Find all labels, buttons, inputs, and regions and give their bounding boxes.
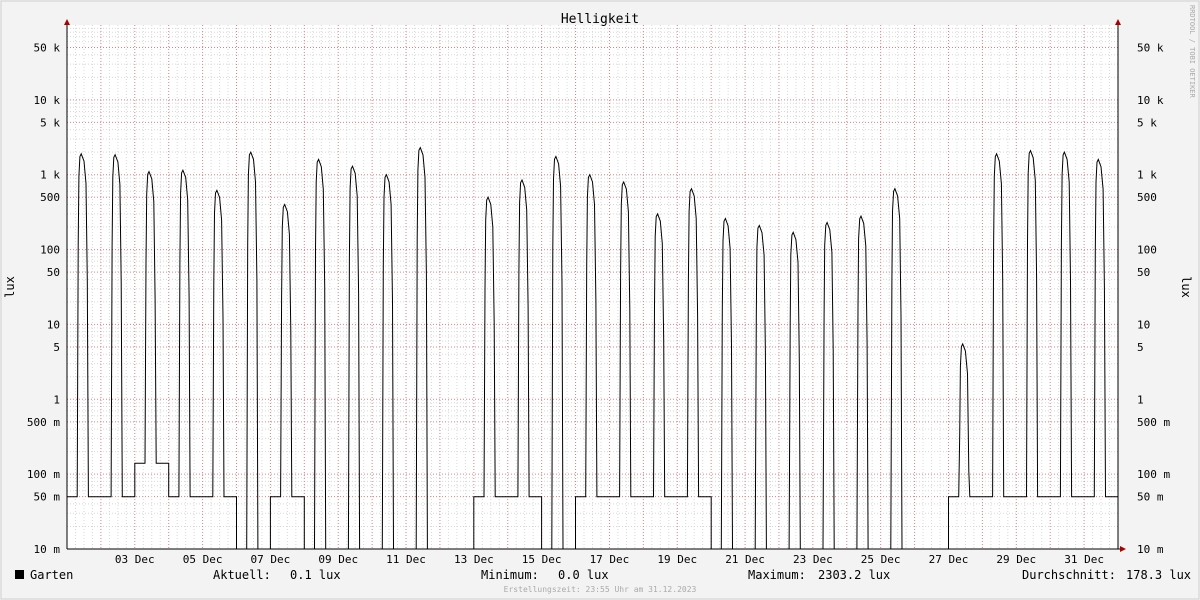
- y-tick-label-right: 10 k: [1137, 94, 1164, 107]
- x-tick-label: 15 Dec: [522, 553, 562, 566]
- y-tick-label-left: 100: [40, 244, 60, 257]
- legend-maximum-value: 2303.2 lux: [818, 568, 890, 582]
- y-tick-label-right: 10: [1137, 318, 1150, 331]
- x-tick-label: 25 Dec: [861, 553, 901, 566]
- legend-swatch: [15, 570, 24, 579]
- y-tick-label-left: 50 k: [34, 42, 61, 55]
- legend-current-value: 0.1 lux: [290, 568, 341, 582]
- x-tick-label: 21 Dec: [725, 553, 765, 566]
- x-tick-label: 17 Dec: [590, 553, 630, 566]
- x-tick-label: 19 Dec: [657, 553, 697, 566]
- chart-title: Helligkeit: [561, 12, 639, 27]
- y-tick-label-right: 100: [1137, 244, 1157, 257]
- legend-minimum-value: 0.0 lux: [558, 568, 609, 582]
- y-tick-label-left: 5 k: [40, 116, 60, 129]
- x-tick-label: 29 Dec: [996, 553, 1036, 566]
- rrd-chart: Helligkeit lux lux RRDTOOL / TOBI OETIKE…: [0, 0, 1200, 600]
- legend-series-name: Garten: [30, 568, 73, 582]
- legend-average-value: 178.3 lux: [1126, 568, 1191, 582]
- x-tick-label: 09 Dec: [318, 553, 358, 566]
- y-tick-label-right: 1: [1137, 393, 1144, 406]
- y-tick-label-right: 500: [1137, 191, 1157, 204]
- x-tick-labels: 03 Dec 05 Dec 07 Dec 09 Dec 11 Dec 13 Dec 15 D…: [115, 553, 1104, 566]
- legend-current-label: Aktuell:: [213, 568, 271, 582]
- x-tick-label: 13 Dec: [454, 553, 494, 566]
- x-tick-label: 07 Dec: [251, 553, 291, 566]
- y-tick-label-right: 5 k: [1137, 116, 1157, 129]
- y-tick-label-left: 5: [53, 341, 60, 354]
- y-axis-label-right: lux: [1179, 276, 1193, 298]
- y-tick-label-right: 1 k: [1137, 169, 1157, 182]
- legend-maximum-label: Maximum:: [748, 568, 806, 582]
- y-tick-label-right: 500 m: [1137, 416, 1170, 429]
- y-tick-label-left: 1 k: [40, 169, 60, 182]
- y-tick-label-right: 100 m: [1137, 468, 1170, 481]
- x-tick-label: 05 Dec: [183, 553, 223, 566]
- rrdtool-watermark: RRDTOOL / TOBI OETIKER: [1188, 5, 1196, 99]
- x-tick-label: 27 Dec: [929, 553, 969, 566]
- y-tick-label-left: 10 m: [34, 543, 61, 556]
- y-tick-label-left: 500: [40, 191, 60, 204]
- y-tick-label-right: 10 m: [1137, 543, 1164, 556]
- y-axis-label-left: lux: [3, 276, 17, 298]
- y-tick-label-left: 100 m: [27, 468, 60, 481]
- y-tick-label-right: 50: [1137, 266, 1150, 279]
- y-tick-label-right: 50 k: [1137, 42, 1164, 55]
- x-tick-label: 31 Dec: [1064, 553, 1104, 566]
- legend-average-label: Durchschnitt:: [1022, 568, 1116, 582]
- y-tick-label-left: 50: [47, 266, 60, 279]
- creation-time-footer: Erstellungszeit: 23:55 Uhr am 31.12.2023: [504, 585, 697, 594]
- y-tick-label-left: 500 m: [27, 416, 60, 429]
- legend-minimum-label: Minimum:: [481, 568, 539, 582]
- y-tick-label-right: 5: [1137, 341, 1144, 354]
- y-tick-label-right: 50 m: [1137, 491, 1164, 504]
- y-tick-label-left: 10 k: [34, 94, 61, 107]
- y-tick-label-left: 1: [53, 393, 60, 406]
- y-tick-label-left: 10: [47, 318, 60, 331]
- x-tick-label: 03 Dec: [115, 553, 155, 566]
- x-tick-label: 11 Dec: [386, 553, 426, 566]
- y-tick-label-left: 50 m: [34, 491, 61, 504]
- x-tick-label: 23 Dec: [793, 553, 833, 566]
